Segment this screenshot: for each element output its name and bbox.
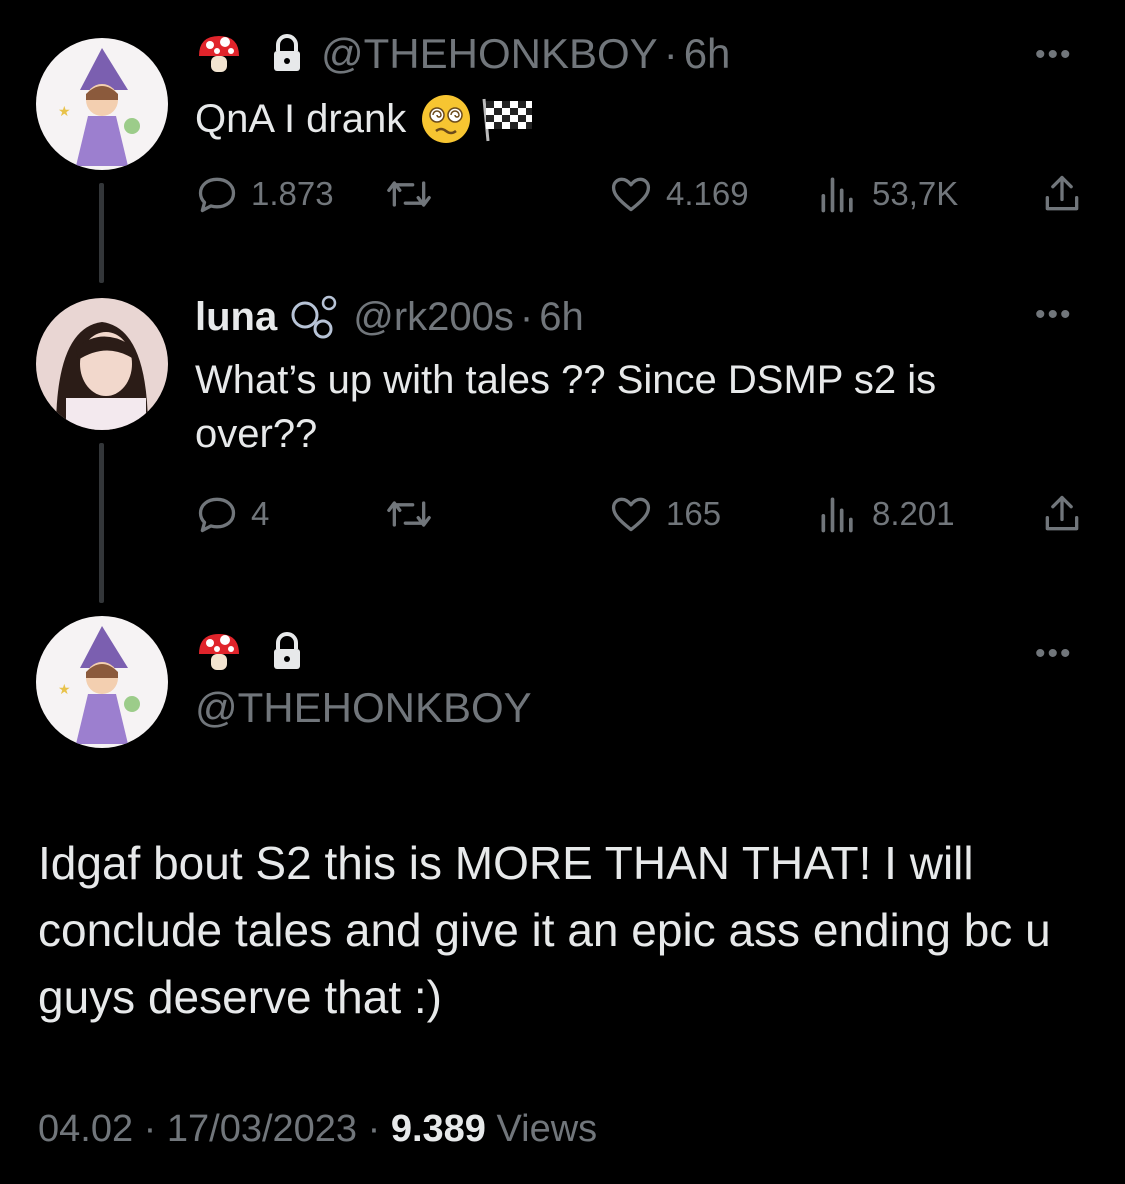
views-button[interactable]: 53,7K <box>816 172 958 216</box>
share-button[interactable] <box>1040 172 1084 216</box>
heart-icon <box>611 497 651 532</box>
main-tweet-views-count[interactable]: 9.389 <box>391 1108 486 1150</box>
reply-count: 1.873 <box>251 175 334 212</box>
thread-line <box>99 443 104 603</box>
share-icon <box>1045 175 1079 211</box>
main-tweet-date[interactable]: 17/03/2023 <box>167 1108 357 1150</box>
lock-icon <box>274 632 300 669</box>
thread-line <box>99 183 104 283</box>
reply-button[interactable]: 4 <box>195 492 269 536</box>
like-button[interactable]: 165 <box>608 492 721 536</box>
reply-count: 4 <box>251 495 270 532</box>
retweet-icon <box>387 501 431 527</box>
svg-text:★: ★ <box>58 681 71 697</box>
heart-icon <box>611 177 651 212</box>
tweet1-text-row: QnA I drank <box>195 92 534 146</box>
separator: · <box>367 1108 381 1150</box>
retweet-button[interactable] <box>384 492 434 536</box>
main-tweet-time[interactable]: 04.02 <box>38 1108 133 1150</box>
more-options-icon[interactable]: ••• <box>1035 298 1073 332</box>
separator: · <box>143 1108 157 1150</box>
views-button[interactable]: 8.201 <box>816 492 955 536</box>
like-count: 4.169 <box>666 175 749 212</box>
svg-text:★: ★ <box>58 103 71 119</box>
bubbles-icon <box>291 295 337 339</box>
more-options-icon[interactable]: ••• <box>1035 637 1073 671</box>
separator: · <box>519 294 534 339</box>
reply-button[interactable]: 1.873 <box>195 172 334 216</box>
views-icon <box>821 177 853 213</box>
main-tweet-views-label[interactable]: Views <box>497 1108 598 1150</box>
retweet-icon <box>387 181 431 207</box>
main-tweet-handle-row: @THEHONKBOY <box>195 684 532 732</box>
tweet2-text: What’s up with tales ?? Since DSMP s2 is… <box>195 358 937 456</box>
share-button[interactable] <box>1040 492 1084 536</box>
share-icon <box>1045 495 1079 531</box>
more-options-icon[interactable]: ••• <box>1035 38 1073 72</box>
views-icon <box>821 497 853 533</box>
avatar-luna[interactable] <box>36 298 168 430</box>
lock-icon <box>274 34 300 71</box>
checkered-flag-icon <box>482 98 533 142</box>
main-tweet-handle[interactable]: @THEHONKBOY <box>195 684 532 732</box>
tweet2-time[interactable]: 6h <box>539 295 584 340</box>
separator: · <box>663 30 678 77</box>
tweet1-header: @THEHONKBOY · 6h <box>195 30 730 78</box>
main-tweet-footer: 04.02 · 17/03/2023 · 9.389 Views <box>38 1108 597 1151</box>
retweet-button[interactable] <box>384 172 434 216</box>
reply-icon <box>198 497 236 533</box>
tweet2-handle[interactable]: @rk200s <box>353 295 514 340</box>
tweet1-time[interactable]: 6h <box>684 30 731 78</box>
tweet2-header: luna @rk200s · 6h <box>195 293 584 341</box>
like-button[interactable]: 4.169 <box>608 172 749 216</box>
reply-icon <box>198 177 236 213</box>
tweet1-handle[interactable]: @THEHONKBOY <box>321 30 658 78</box>
views-count: 53,7K <box>872 175 959 212</box>
mushroom-icon <box>199 36 239 72</box>
main-tweet-text: Idgaf bout S2 this is MORE THAN THAT! I … <box>38 837 1051 1023</box>
avatar-thehonkboy[interactable]: ★ <box>36 38 168 170</box>
tweet2-name[interactable]: luna <box>195 295 277 340</box>
main-tweet-icons <box>195 628 305 676</box>
like-count: 165 <box>666 495 722 532</box>
mushroom-icon <box>199 634 239 670</box>
dizzy-face-icon <box>422 95 471 143</box>
tweet1-text: QnA I drank <box>195 97 407 141</box>
avatar-thehonkboy[interactable]: ★ <box>36 616 168 748</box>
views-count: 8.201 <box>872 495 955 532</box>
